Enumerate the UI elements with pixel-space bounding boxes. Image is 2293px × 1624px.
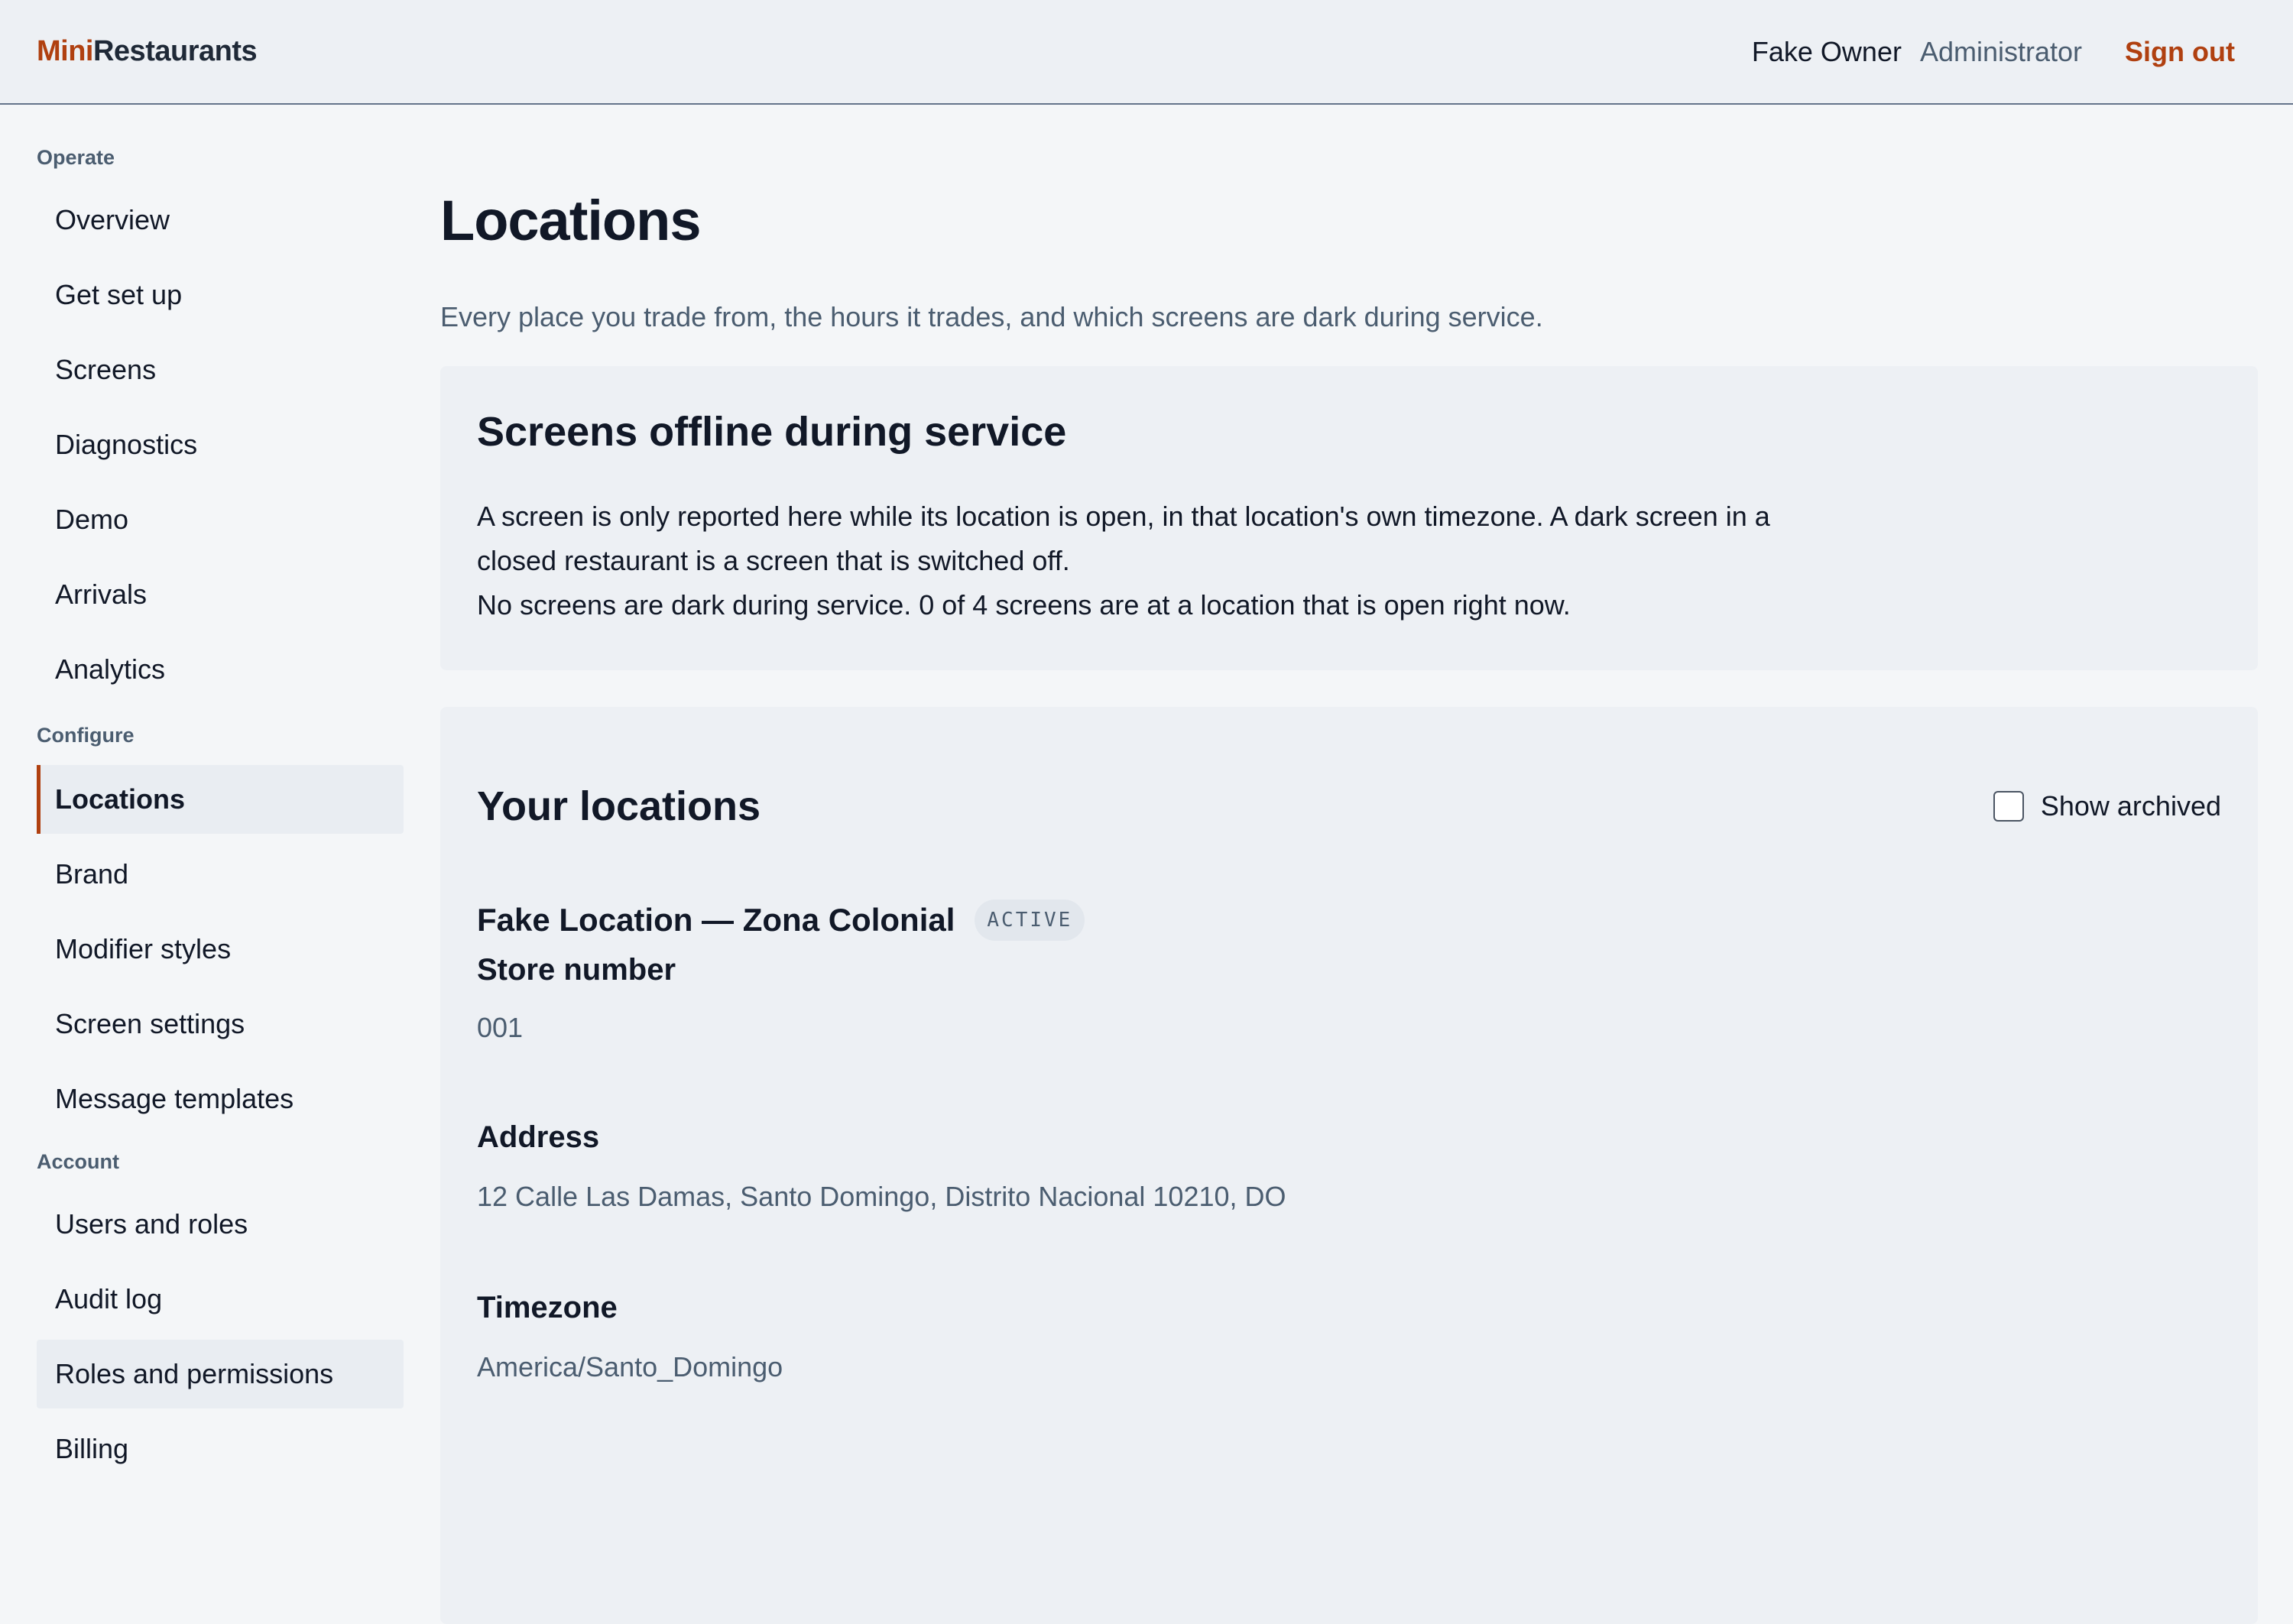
- store-number-label: Store number: [477, 953, 676, 987]
- header-user-area: Fake Owner Administrator Sign out: [1752, 36, 2256, 68]
- location-name[interactable]: Fake Location — Zona Colonial: [477, 902, 955, 938]
- sidebar-nav: Operate Overview Get set up Screens Diag…: [0, 106, 428, 1528]
- sidebar-item-arrivals[interactable]: Arrivals: [37, 560, 404, 629]
- address-label: Address: [477, 1120, 600, 1154]
- offline-card-description: A screen is only reported here while its…: [477, 501, 1770, 576]
- user-role: Administrator: [1919, 35, 2083, 67]
- sidebar-item-message-templates[interactable]: Message templates: [37, 1065, 404, 1133]
- sidebar-item-billing[interactable]: Billing: [37, 1415, 404, 1483]
- offline-card-title: Screens offline during service: [477, 409, 1067, 455]
- offline-screens-card: Screens offline during service A screen …: [440, 366, 2258, 670]
- sidebar-item-get-set-up[interactable]: Get set up: [37, 261, 404, 329]
- logo-mini: Mini: [37, 35, 93, 67]
- page-title: Locations: [440, 189, 701, 252]
- sidebar-item-overview[interactable]: Overview: [37, 186, 404, 254]
- offline-card-status: No screens are dark during service. 0 of…: [477, 589, 1571, 621]
- sidebar-item-roles-and-permissions[interactable]: Roles and permissions: [37, 1340, 404, 1408]
- show-archived-checkbox[interactable]: [1993, 791, 2024, 822]
- locations-card-title: Your locations: [477, 783, 761, 829]
- nav-group-configure: Configure: [37, 724, 135, 747]
- status-badge: ACTIVE: [975, 900, 1085, 941]
- sidebar-item-users-and-roles[interactable]: Users and roles: [37, 1190, 404, 1259]
- sidebar-item-screens[interactable]: Screens: [37, 335, 404, 404]
- offline-card-body: A screen is only reported here while its…: [477, 494, 1776, 627]
- show-archived-toggle[interactable]: Show archived: [1993, 790, 2221, 822]
- main-content: Locations Every place you trade from, th…: [440, 106, 2258, 1624]
- address-value: 12 Calle Las Damas, Santo Domingo, Distr…: [477, 1181, 1286, 1212]
- timezone-value: America/Santo_Domingo: [477, 1351, 783, 1383]
- locations-card: Your locations Show archived Fake Locati…: [440, 707, 2258, 1624]
- sign-out-button[interactable]: Sign out: [2125, 36, 2235, 68]
- page-subtitle: Every place you trade from, the hours it…: [440, 301, 1543, 332]
- location-item: Fake Location — Zona Colonial ACTIVE Sto…: [477, 900, 2221, 1383]
- user-name: Fake Owner: [1751, 35, 1902, 67]
- sidebar-item-demo[interactable]: Demo: [37, 485, 404, 554]
- timezone-label: Timezone: [477, 1291, 618, 1324]
- top-bar: MiniRestaurants Fake Owner Administrator…: [0, 0, 2293, 105]
- location-name-row: Fake Location — Zona Colonial ACTIVE: [477, 900, 2221, 941]
- app-logo[interactable]: MiniRestaurants: [37, 35, 258, 68]
- logo-restaurants: Restaurants: [92, 35, 258, 67]
- sidebar-item-locations[interactable]: Locations: [37, 765, 404, 834]
- locations-card-header: Your locations Show archived: [477, 783, 2221, 829]
- store-number-value: 001: [477, 1012, 524, 1043]
- show-archived-label: Show archived: [2040, 790, 2221, 822]
- sidebar-item-brand[interactable]: Brand: [37, 840, 404, 909]
- nav-group-account: Account: [37, 1150, 119, 1173]
- nav-group-operate: Operate: [37, 146, 115, 169]
- sidebar-item-diagnostics[interactable]: Diagnostics: [37, 410, 404, 479]
- sidebar-item-modifier-styles[interactable]: Modifier styles: [37, 915, 404, 984]
- sidebar-item-analytics[interactable]: Analytics: [37, 635, 404, 704]
- sidebar-item-screen-settings[interactable]: Screen settings: [37, 990, 404, 1058]
- sidebar-item-audit-log[interactable]: Audit log: [37, 1265, 404, 1334]
